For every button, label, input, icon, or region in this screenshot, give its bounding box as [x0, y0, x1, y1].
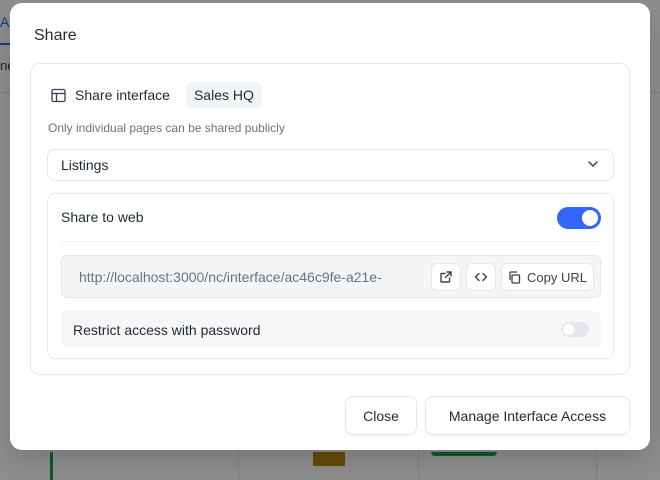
- share-modal: Share Share interface Sales HQ Only indi…: [10, 3, 650, 450]
- open-link-button[interactable]: [431, 263, 461, 291]
- toggle-knob: [582, 210, 598, 226]
- page-select[interactable]: Listings: [47, 149, 614, 181]
- share-to-web-label: Share to web: [61, 209, 144, 225]
- modal-title: Share: [34, 27, 77, 44]
- share-interface-label: Share interface: [75, 87, 170, 103]
- close-button[interactable]: Close: [345, 396, 417, 435]
- share-to-web-section: Share to web http://localhost:3000/nc/in…: [47, 193, 614, 359]
- share-url-box: http://localhost:3000/nc/interface/ac46c…: [61, 255, 601, 298]
- share-url-text[interactable]: http://localhost:3000/nc/interface/ac46c…: [79, 269, 429, 285]
- manage-interface-access-button[interactable]: Manage Interface Access: [425, 396, 630, 435]
- toggle-knob: [563, 324, 574, 335]
- copy-url-button[interactable]: Copy URL: [501, 263, 594, 291]
- copy-url-label: Copy URL: [527, 269, 587, 285]
- restrict-password-toggle[interactable]: [561, 322, 589, 337]
- embed-code-button[interactable]: [466, 263, 496, 291]
- page-select-value: Listings: [61, 157, 109, 173]
- external-link-icon: [440, 271, 452, 283]
- restrict-password-label: Restrict access with password: [73, 322, 261, 338]
- share-hint-text: Only individual pages can be shared publ…: [48, 121, 285, 135]
- copy-icon: [509, 270, 521, 284]
- share-to-web-toggle[interactable]: [557, 207, 601, 229]
- share-interface-row: Share interface Sales HQ: [51, 82, 262, 108]
- layout-icon: [51, 88, 66, 103]
- share-card: Share interface Sales HQ Only individual…: [30, 63, 630, 375]
- interface-name-chip: Sales HQ: [185, 82, 262, 108]
- code-icon: [474, 272, 488, 282]
- restrict-password-row: Restrict access with password: [61, 311, 601, 347]
- chevron-down-icon: [587, 157, 599, 173]
- section-divider: [61, 241, 601, 242]
